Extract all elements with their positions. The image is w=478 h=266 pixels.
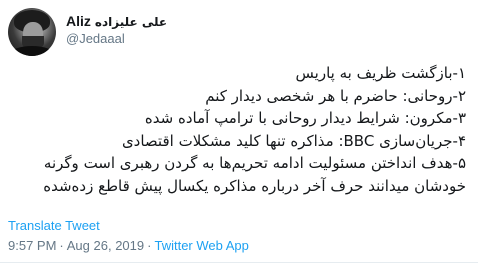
author-handle[interactable]: @Jedaaal: [66, 32, 167, 45]
meta-separator-2: ·: [147, 238, 152, 253]
tweet-header: Aliz علی علیزاده @Jedaaal: [8, 8, 167, 56]
tweet-date[interactable]: Aug 26, 2019: [67, 238, 144, 253]
display-name-row[interactable]: Aliz علی علیزاده: [66, 14, 167, 28]
tweet-line-4: ۴-جریان‌سازی BBC: مذاکره تنها کلید مشکلا…: [121, 131, 466, 150]
tweet-client-link[interactable]: Twitter Web App: [154, 238, 248, 253]
tweet-time[interactable]: 9:57 PM: [8, 238, 56, 253]
tweet-line-5: ۵-هدف انداختن مسئولیت ادامه تحریم‌ها به …: [43, 154, 466, 172]
translate-tweet-link[interactable]: Translate Tweet: [8, 218, 100, 233]
avatar[interactable]: [8, 8, 56, 56]
display-name-farsi[interactable]: علی علیزاده: [95, 16, 167, 28]
bottom-divider: [0, 262, 478, 263]
tweet-text: ۱-بازگشت ظریف به پاریس ۲-روحانی: حاضرم ب…: [6, 62, 466, 197]
meta-separator: ·: [59, 238, 64, 253]
author-names: Aliz علی علیزاده @Jedaaal: [66, 14, 167, 45]
tweet-line-3: ۳-مکرون: شرایط دیدار روحانی با ترامپ آما…: [144, 109, 466, 127]
tweet-line-6: خودشان میدانند حرف آخر درباره مذاکره یکس…: [43, 176, 466, 195]
display-name-latin[interactable]: Aliz: [66, 14, 91, 28]
tweet-line-1: ۱-بازگشت ظریف به پاریس: [295, 64, 466, 82]
tweet-meta: 9:57 PM · Aug 26, 2019 · Twitter Web App: [8, 238, 249, 253]
tweet-line-2: ۲-روحانی: حاضرم با هر شخصی دیدار کنم: [205, 86, 466, 105]
